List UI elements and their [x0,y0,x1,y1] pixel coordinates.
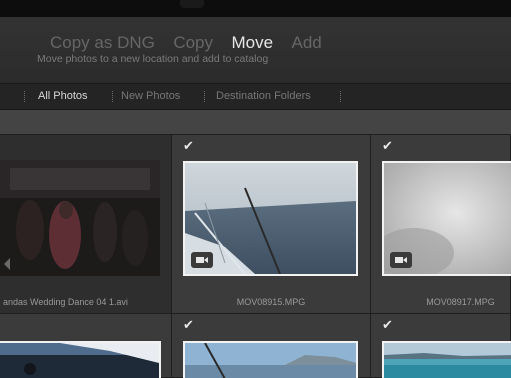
filename-label: MOV08917.MPG [426,297,495,307]
include-checkbox-icon[interactable]: ✔ [183,138,194,154]
mode-move[interactable]: Move [231,33,273,53]
include-checkbox-icon[interactable]: ✔ [382,138,393,154]
include-checkbox-icon[interactable]: ✔ [382,317,393,333]
import-mode-selector: Copy as DNG Copy Move Add [50,33,336,53]
tab-new-photos[interactable]: New Photos [121,90,180,102]
filter-tab-bar: All Photos New Photos Destination Folder… [0,84,511,110]
mode-add[interactable]: Add [292,33,322,53]
grid-toolbar-strip [0,110,511,135]
filename-label: MOV08915.MPG [236,297,306,307]
tab-destination-folders[interactable]: Destination Folders [216,90,311,102]
mode-description: Move photos to a new location and add to… [37,53,269,65]
island-view-image [185,343,356,378]
mode-copy[interactable]: Copy [173,33,213,53]
grid-cell[interactable]: ✔ MOV08915.MPG [172,135,371,314]
filename-label: andas Wedding Dance 04 1.avi [3,297,128,307]
mode-copy-as-dng[interactable]: Copy as DNG [50,33,155,53]
video-thumbnail-mov08915[interactable] [183,161,358,276]
import-header: Copy as DNG Copy Move Add Move photos to… [0,17,511,84]
beach-image [384,343,511,378]
photo-thumbnail[interactable] [183,341,358,378]
grid-cell[interactable]: ✔ [371,314,511,378]
grid-cell[interactable]: ✔ MOV08917.MPG [371,135,511,314]
photo-thumbnail[interactable] [382,341,511,378]
window-notch [180,0,204,8]
tab-divider [340,91,341,102]
title-bar [0,0,511,17]
video-thumbnail-wedding-dance[interactable] [0,160,160,276]
photo-grid: andas Wedding Dance 04 1.avi ✔ MOV08915.… [0,135,511,378]
grid-cell[interactable]: andas Wedding Dance 04 1.avi [0,135,172,314]
tab-divider [204,91,205,102]
grid-cell[interactable]: ✔ [172,314,371,378]
photo-thumbnail[interactable] [0,341,161,378]
tab-all-photos[interactable]: All Photos [38,90,88,102]
tab-divider [24,91,25,102]
video-camera-icon [191,252,213,268]
boat-deck-image [0,343,159,378]
video-thumbnail-mov08917[interactable] [382,161,511,276]
video-camera-icon [390,252,412,268]
tab-divider [112,91,113,102]
grid-cell[interactable] [0,314,172,378]
include-checkbox-icon[interactable]: ✔ [183,317,194,333]
